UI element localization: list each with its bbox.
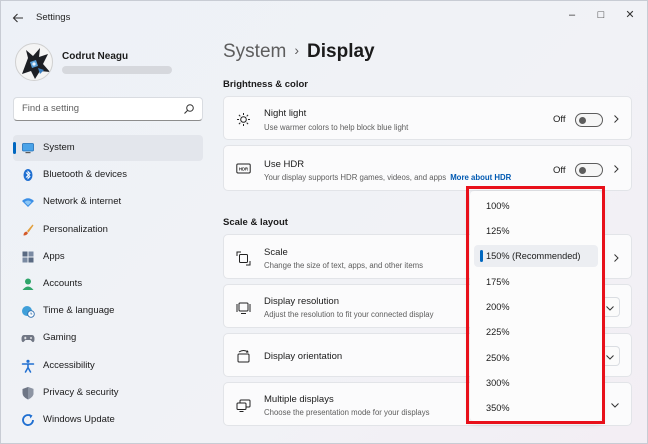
sidebar-item-label: Accounts (43, 277, 83, 289)
sidebar-item-bluetooth[interactable]: Bluetooth & devices (13, 162, 203, 188)
minimize-button[interactable]: – (558, 5, 586, 25)
section-title-scale-layout: Scale & layout (223, 217, 288, 228)
sidebar-item-gaming[interactable]: Gaming (13, 325, 203, 351)
sidebar-item-personalization[interactable]: Personalization (13, 217, 203, 243)
title-bar: Settings – □ ✕ (1, 1, 647, 35)
breadcrumb: System › Display (223, 41, 375, 63)
orientation-icon (237, 350, 250, 363)
app-title: Settings (36, 12, 71, 23)
multiple-displays-title: Multiple displays (264, 394, 334, 405)
more-about-hdr-link[interactable]: More about HDR (450, 173, 511, 182)
section-title-brightness: Brightness & color (223, 79, 308, 90)
sidebar-item-label: Network & internet (43, 196, 122, 208)
sidebar-item-time-language[interactable]: Time & language (13, 298, 203, 324)
settings-window: Settings – □ ✕ Codrut Neagu System Bluet… (0, 0, 648, 444)
breadcrumb-parent[interactable]: System (223, 41, 286, 62)
shield-icon (22, 386, 34, 400)
orientation-title: Display orientation (264, 351, 343, 362)
sidebar-item-label: System (43, 142, 75, 153)
gamepad-icon (21, 335, 35, 343)
search-icon[interactable] (183, 103, 195, 115)
highlight-annotation-box (466, 186, 605, 424)
sidebar-item-label: Apps (43, 250, 65, 262)
search-box[interactable] (13, 97, 203, 121)
chevron-right-icon (614, 165, 619, 173)
hdr-toggle[interactable] (575, 163, 603, 177)
night-light-card[interactable]: Night light Use warmer colors to help bl… (223, 96, 632, 140)
sidebar-item-label: Personalization (43, 223, 108, 235)
page-title: Display (307, 41, 375, 62)
hdr-card[interactable]: HDR Use HDR Your display supports HDR ga… (223, 145, 632, 191)
sidebar-nav: System Bluetooth & devices Network & int… (13, 135, 203, 434)
night-light-title: Night light (264, 108, 307, 119)
scale-icon (236, 251, 251, 266)
sidebar-item-label: Privacy & security (43, 386, 119, 398)
back-arrow-icon (12, 13, 23, 23)
chevron-right-icon (614, 254, 619, 262)
night-light-state: Off (553, 114, 566, 125)
scale-desc: Change the size of text, apps, and other… (264, 261, 424, 270)
sidebar-item-system[interactable]: System (13, 135, 203, 161)
resolution-title: Display resolution (264, 296, 339, 307)
user-email-redacted (62, 66, 172, 74)
resolution-icon (236, 302, 251, 314)
breadcrumb-separator: › (294, 42, 300, 58)
globe-clock-icon (22, 306, 35, 318)
multiple-displays-icon (236, 399, 251, 412)
hdr-state: Off (553, 165, 566, 176)
sidebar-item-network[interactable]: Network & internet (13, 189, 203, 215)
resolution-desc: Adjust the resolution to fit your connec… (264, 310, 434, 319)
sidebar-item-label: Windows Update (43, 413, 115, 425)
hdr-title: Use HDR (264, 159, 305, 170)
sidebar-item-windows-update[interactable]: Windows Update (13, 407, 203, 433)
sidebar-item-label: Time & language (43, 305, 115, 317)
maximize-button[interactable]: □ (587, 5, 615, 25)
system-icon (22, 143, 34, 154)
brush-icon (23, 224, 34, 236)
search-input[interactable] (22, 103, 182, 114)
night-light-desc: Use warmer colors to help block blue lig… (264, 123, 409, 132)
accounts-icon (22, 278, 34, 290)
chevron-down-icon[interactable] (610, 400, 620, 410)
hdr-desc: Your display supports HDR games, videos,… (264, 173, 511, 182)
avatar[interactable] (15, 43, 53, 81)
apps-icon (22, 251, 34, 263)
update-icon (22, 413, 34, 426)
chevron-down-icon (606, 355, 614, 360)
chevron-down-icon (606, 306, 614, 311)
scale-title: Scale (264, 247, 288, 258)
hdr-icon: HDR (236, 163, 251, 174)
svg-text:HDR: HDR (239, 166, 248, 171)
chevron-right-icon (614, 115, 619, 123)
user-name: Codrut Neagu (62, 51, 129, 62)
multiple-displays-desc: Choose the presentation mode for your di… (264, 408, 430, 417)
wifi-icon (22, 198, 34, 208)
close-button[interactable]: ✕ (616, 5, 644, 25)
sidebar-item-label: Gaming (43, 332, 77, 344)
sidebar-item-accessibility[interactable]: Accessibility (13, 353, 203, 379)
hdr-desc-text: Your display supports HDR games, videos,… (264, 173, 447, 182)
avatar-image-icon (22, 48, 50, 79)
back-button[interactable] (9, 9, 27, 27)
sidebar-item-apps[interactable]: Apps (13, 244, 203, 270)
sidebar-item-privacy-security[interactable]: Privacy & security (13, 380, 203, 406)
accessibility-icon (21, 359, 35, 373)
night-light-toggle[interactable] (575, 113, 603, 127)
bluetooth-icon (23, 169, 33, 182)
brightness-icon (237, 113, 250, 126)
sidebar-item-label: Accessibility (43, 359, 95, 371)
sidebar-item-label: Bluetooth & devices (43, 169, 127, 181)
sidebar-item-accounts[interactable]: Accounts (13, 271, 203, 297)
